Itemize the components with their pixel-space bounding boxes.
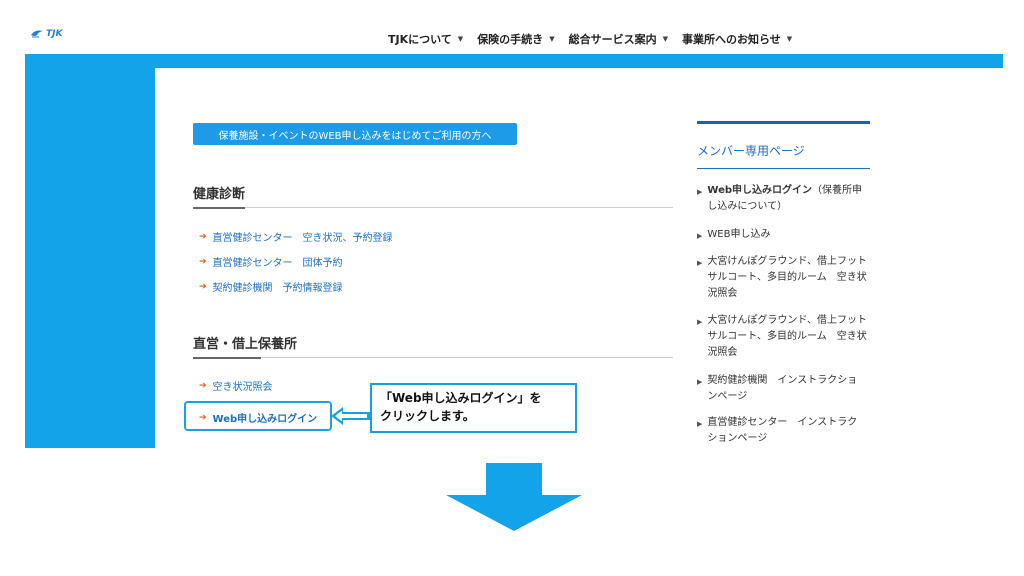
sidebar-divider [697,168,870,169]
top-navigation: TJKについて ▼ 保険の手続き ▼ 総合サービス案内 ▼ 事業所へのお知らせ … [388,31,792,47]
sidebar-item-web-application[interactable]: ▶ WEB申し込み [697,227,867,244]
highlight-box [184,401,332,431]
caret-down-icon: ▼ [786,35,793,43]
arrow-right-icon: ➔ [199,281,207,292]
link-direct-center-group[interactable]: ➔ 直営健診センター 団体予約 [199,254,343,270]
sidebar-item-label: 契約健診機関 インストラクションページ [707,375,858,402]
sidebar-item-label: 大宮けんぽグラウンド、借上フットサルコート、多目的ルーム 空き状況照会 [707,256,867,299]
sidebar-item-label: Web申し込みログイン（保養所申し込みについて） [707,185,863,212]
arrow-right-icon: ➔ [199,231,207,242]
nav-insurance-label: 保険の手続き [477,33,544,46]
left-band [25,54,155,448]
callout-line-2: クリックします。 [380,409,475,423]
link-direct-center-availability[interactable]: ➔ 直営健診センター 空き状況、予約登録 [199,229,393,245]
sidebar-title: メンバー専用ページ [697,144,805,158]
nav-notices-label: 事業所へのお知らせ [681,33,781,46]
sidebar-item-label: 大宮けんぽグラウンド、借上フットサルコート、多目的ルーム 空き状況照会 [707,315,867,358]
caret-down-icon: ▼ [662,35,668,43]
triangle-right-icon: ▶ [697,378,703,386]
section-title-health-check: 健康診断 [193,187,246,202]
link-label: 直営健診センター 空き状況、予約登録 [212,233,393,244]
triangle-right-icon: ▶ [697,232,703,240]
triangle-right-icon: ▶ [697,318,703,326]
sidebar-item-label: WEB申し込み [707,229,771,240]
link-label: 契約健診機関 予約情報登録 [212,283,343,294]
sidebar-top-rule [697,121,870,124]
tjk-logo[interactable]: TJK [30,29,62,39]
nav-about[interactable]: TJKについて ▼ [388,31,463,47]
header-band [25,54,1003,68]
sidebar-item-label: 直営健診センター インストラクションページ [707,417,858,444]
sidebar-item-direct-instructions[interactable]: ▶ 直営健診センター インストラクションページ [697,415,867,447]
instruction-callout: 「Web申し込みログイン」を クリックします。 [370,383,577,433]
caret-down-icon: ▼ [457,35,464,43]
sidebar-item-omiya-ground-2[interactable]: ▶ 大宮けんぽグラウンド、借上フットサルコート、多目的ルーム 空き状況照会 [697,313,867,361]
section-title-resorts: 直営・借上保養所 [193,337,298,352]
arrow-right-icon: ➔ [199,256,207,267]
caret-down-icon: ▼ [549,35,555,43]
callout-line-1: 「Web申し込みログイン」を [380,391,542,405]
nav-services[interactable]: 総合サービス案内 ▼ [569,31,668,47]
section-divider [193,207,673,209]
sidebar-item-contract-instructions[interactable]: ▶ 契約健診機関 インストラクションページ [697,373,867,405]
down-arrow-icon [446,463,582,531]
nav-services-label: 総合サービス案内 [568,33,657,46]
link-label: 空き状況照会 [212,382,273,393]
callout-arrow-icon [331,407,370,425]
nav-insurance-procedures[interactable]: 保険の手続き ▼ [477,31,554,47]
link-contract-institution[interactable]: ➔ 契約健診機関 予約情報登録 [199,279,343,295]
triangle-right-icon: ▶ [697,259,703,267]
bird-logo-icon [31,30,43,38]
nav-employer-notices[interactable]: 事業所へのお知らせ ▼ [682,31,792,47]
logo-text: TJK [46,29,63,39]
sidebar-item-omiya-ground-1[interactable]: ▶ 大宮けんぽグラウンド、借上フットサルコート、多目的ルーム 空き状況照会 [697,254,867,302]
triangle-right-icon: ▶ [697,188,703,196]
link-availability-inquiry[interactable]: ➔ 空き状況照会 [199,378,273,394]
sidebar-item-bold: Web申し込みログイン [707,185,813,196]
arrow-right-icon: ➔ [199,380,207,391]
section-divider [193,357,673,359]
nav-about-label: TJKについて [388,33,452,46]
sidebar-item-web-login[interactable]: ▶ Web申し込みログイン（保養所申し込みについて） [697,183,867,215]
triangle-right-icon: ▶ [697,420,703,428]
first-time-web-application-button[interactable]: 保養施設・イベントのWEB申し込みをはじめてご利用の方へ [193,123,517,145]
link-label: 直営健診センター 団体予約 [212,258,343,269]
